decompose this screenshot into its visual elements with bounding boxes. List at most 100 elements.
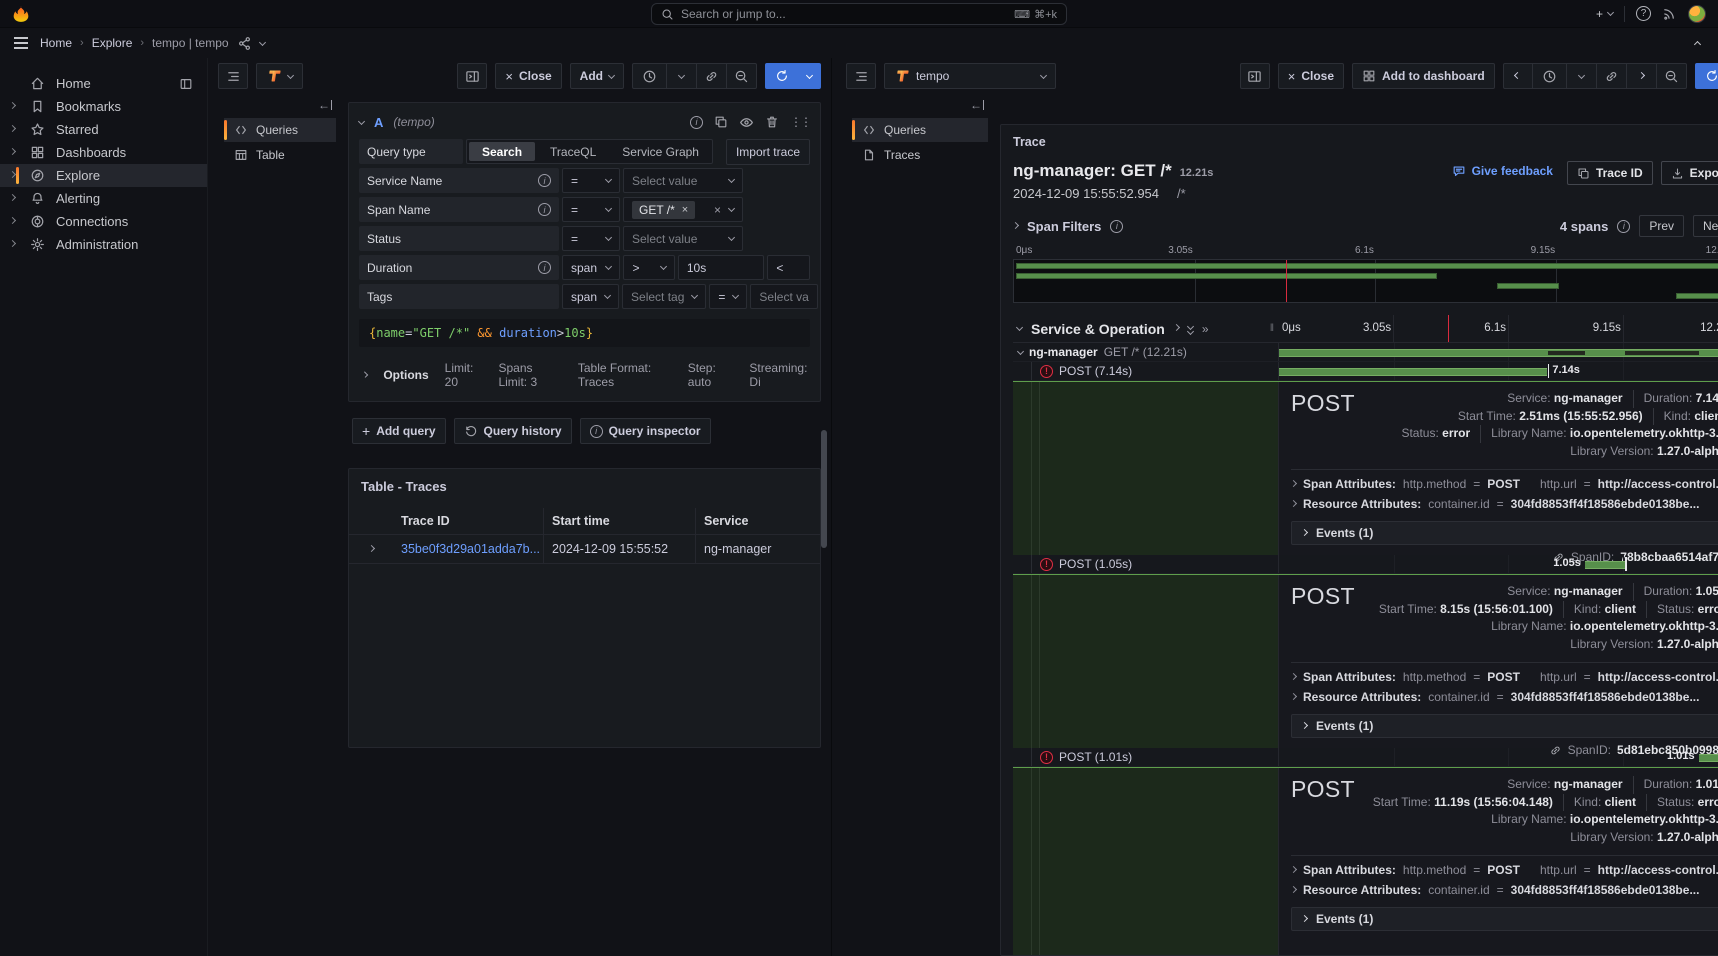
dock-menu-icon[interactable] bbox=[179, 77, 193, 91]
add-to-dashboard-button[interactable]: Add to dashboard bbox=[1352, 63, 1495, 89]
time-picker-button[interactable] bbox=[1533, 63, 1567, 89]
tab-traceql[interactable]: TraceQL bbox=[537, 140, 609, 163]
drag-handle-icon[interactable]: ⋮⋮ bbox=[790, 115, 810, 129]
query-help-icon[interactable] bbox=[690, 116, 703, 129]
collapse-query-icon[interactable] bbox=[358, 117, 365, 124]
help-icon[interactable] bbox=[1636, 6, 1651, 21]
sidebar-item-dashboards[interactable]: Dashboards bbox=[0, 141, 207, 164]
span-row[interactable]: POST (1.01s) 1.01s bbox=[1013, 748, 1718, 767]
clear-icon[interactable]: × bbox=[714, 203, 721, 217]
user-avatar[interactable] bbox=[1688, 5, 1706, 23]
run-query-button[interactable] bbox=[1695, 63, 1718, 89]
sidebar-item-connections[interactable]: Connections bbox=[0, 210, 207, 233]
menu-toggle-icon[interactable] bbox=[10, 33, 32, 53]
span-attributes-row[interactable]: Span Attributes: http.method=POST http.u… bbox=[1291, 474, 1718, 494]
events-row[interactable]: Events (1) bbox=[1291, 521, 1718, 545]
service-name-operator[interactable]: = bbox=[562, 168, 620, 193]
chevron-right-icon[interactable] bbox=[1291, 865, 1297, 872]
next-button[interactable]: Next bbox=[1693, 215, 1718, 237]
column-service[interactable]: Service bbox=[695, 508, 820, 534]
resource-attributes-row[interactable]: Resource Attributes: container.id=304fd8… bbox=[1291, 687, 1718, 707]
sidebar-item-bookmarks[interactable]: Bookmarks bbox=[0, 95, 207, 118]
span-row[interactable]: POST (1.05s) 1.05s bbox=[1013, 555, 1718, 574]
expand-one-icon[interactable] bbox=[1173, 324, 1180, 331]
span-bar[interactable] bbox=[1699, 754, 1718, 762]
sidebar-item-administration[interactable]: Administration bbox=[0, 233, 207, 256]
prev-button[interactable]: Prev bbox=[1639, 215, 1684, 237]
datasource-picker[interactable] bbox=[256, 63, 303, 89]
trace-id-button[interactable]: Trace ID bbox=[1567, 161, 1653, 185]
chevron-right-icon[interactable] bbox=[1301, 914, 1308, 921]
tags-value[interactable]: Select va bbox=[750, 284, 817, 309]
events-row[interactable]: Events (1) bbox=[1291, 714, 1718, 738]
minimap-canvas[interactable] bbox=[1013, 259, 1718, 303]
collapse-one-icon[interactable] bbox=[1016, 324, 1023, 331]
add-button[interactable]: Add bbox=[570, 63, 624, 89]
rail-item-table[interactable]: Table bbox=[224, 143, 336, 167]
resource-attributes-row[interactable]: Resource Attributes: container.id=304fd8… bbox=[1291, 494, 1718, 514]
info-icon[interactable] bbox=[538, 203, 551, 216]
service-name-value[interactable]: Select value bbox=[623, 168, 743, 193]
datasource-picker[interactable]: tempo bbox=[884, 63, 1056, 89]
tags-operator[interactable]: = bbox=[709, 284, 747, 309]
export-button[interactable]: Export bbox=[1661, 161, 1718, 185]
resource-attributes-row[interactable]: Resource Attributes: container.id=304fd8… bbox=[1291, 880, 1718, 900]
time-picker-button[interactable] bbox=[632, 63, 667, 89]
span-attributes-row[interactable]: Span Attributes: http.method=POST http.u… bbox=[1291, 860, 1718, 880]
span-row[interactable]: POST (7.14s) 7.14s bbox=[1013, 362, 1718, 381]
run-query-dropdown[interactable] bbox=[799, 63, 821, 89]
add-query-button[interactable]: +Add query bbox=[352, 418, 446, 444]
time-picker-dropdown[interactable] bbox=[1567, 63, 1597, 89]
rail-item-traces[interactable]: Traces bbox=[852, 143, 988, 167]
events-row[interactable]: Events (1) bbox=[1291, 907, 1718, 931]
global-search[interactable]: ⌨⌘+k bbox=[651, 3, 1067, 25]
info-icon[interactable] bbox=[538, 261, 551, 274]
trace-minimap[interactable]: 0μs 3.05s 6.1s 9.15s 12.21s bbox=[1013, 245, 1718, 303]
chevron-right-icon[interactable] bbox=[1291, 692, 1297, 699]
chevron-right-icon[interactable] bbox=[9, 125, 16, 132]
collapse-all-icon[interactable] bbox=[1188, 324, 1193, 334]
import-trace-button[interactable]: Import trace bbox=[726, 139, 810, 165]
status-operator[interactable]: = bbox=[562, 226, 620, 251]
sidebar-item-starred[interactable]: Starred bbox=[0, 118, 207, 141]
chevron-right-icon[interactable] bbox=[9, 217, 16, 224]
collapse-top-icon[interactable] bbox=[1695, 36, 1708, 50]
column-trace-id[interactable]: Trace ID bbox=[393, 514, 543, 528]
chevron-down-icon[interactable] bbox=[259, 38, 266, 45]
shift-time-back-icon[interactable] bbox=[1503, 63, 1533, 89]
chevron-right-icon[interactable] bbox=[9, 240, 16, 247]
options-row[interactable]: Options Limit: 20 Spans Limit: 3 Table F… bbox=[359, 361, 810, 389]
span-bar[interactable] bbox=[1279, 368, 1547, 376]
info-icon[interactable] bbox=[1617, 220, 1630, 233]
time-picker-dropdown[interactable] bbox=[667, 63, 697, 89]
close-pane-button[interactable]: ×Close bbox=[495, 63, 561, 89]
give-feedback-link[interactable]: Give feedback bbox=[1452, 164, 1553, 178]
chevron-right-icon[interactable] bbox=[1291, 885, 1297, 892]
duplicate-query-icon[interactable] bbox=[714, 115, 728, 129]
span-attributes-row[interactable]: Span Attributes: http.method=POST http.u… bbox=[1291, 667, 1718, 687]
column-start-time[interactable]: Start time bbox=[543, 508, 695, 534]
tags-tag-select[interactable]: Select tag bbox=[622, 284, 706, 309]
expand-all-icon[interactable]: » bbox=[1202, 322, 1209, 336]
chevron-right-icon[interactable] bbox=[9, 171, 16, 178]
chevron-right-icon[interactable] bbox=[9, 148, 16, 155]
chevron-right-icon[interactable] bbox=[1301, 721, 1308, 728]
column-resize-handle[interactable]: ‖ bbox=[1270, 323, 1278, 334]
delete-query-icon[interactable] bbox=[765, 115, 779, 129]
link-icon[interactable] bbox=[697, 63, 727, 89]
breadcrumb-home[interactable]: Home bbox=[40, 36, 72, 50]
duration-max-operator[interactable]: < bbox=[767, 255, 810, 280]
duration-scope[interactable]: span bbox=[562, 255, 620, 280]
span-name-value[interactable]: GET /*× × bbox=[623, 197, 743, 222]
split-pane-button[interactable] bbox=[457, 63, 487, 89]
chevron-right-icon[interactable] bbox=[1291, 499, 1297, 506]
info-icon[interactable] bbox=[538, 174, 551, 187]
span-name-chip[interactable]: GET /*× bbox=[632, 201, 695, 219]
outline-toggle-button[interactable] bbox=[218, 63, 248, 89]
sidebar-item-home[interactable]: Home bbox=[0, 72, 207, 95]
duration-min-input[interactable]: 10s bbox=[678, 255, 765, 280]
outline-toggle-button[interactable] bbox=[846, 63, 876, 89]
duration-operator[interactable]: > bbox=[623, 255, 674, 280]
tab-service-graph[interactable]: Service Graph bbox=[609, 140, 712, 163]
chevron-right-icon[interactable] bbox=[1291, 479, 1297, 486]
